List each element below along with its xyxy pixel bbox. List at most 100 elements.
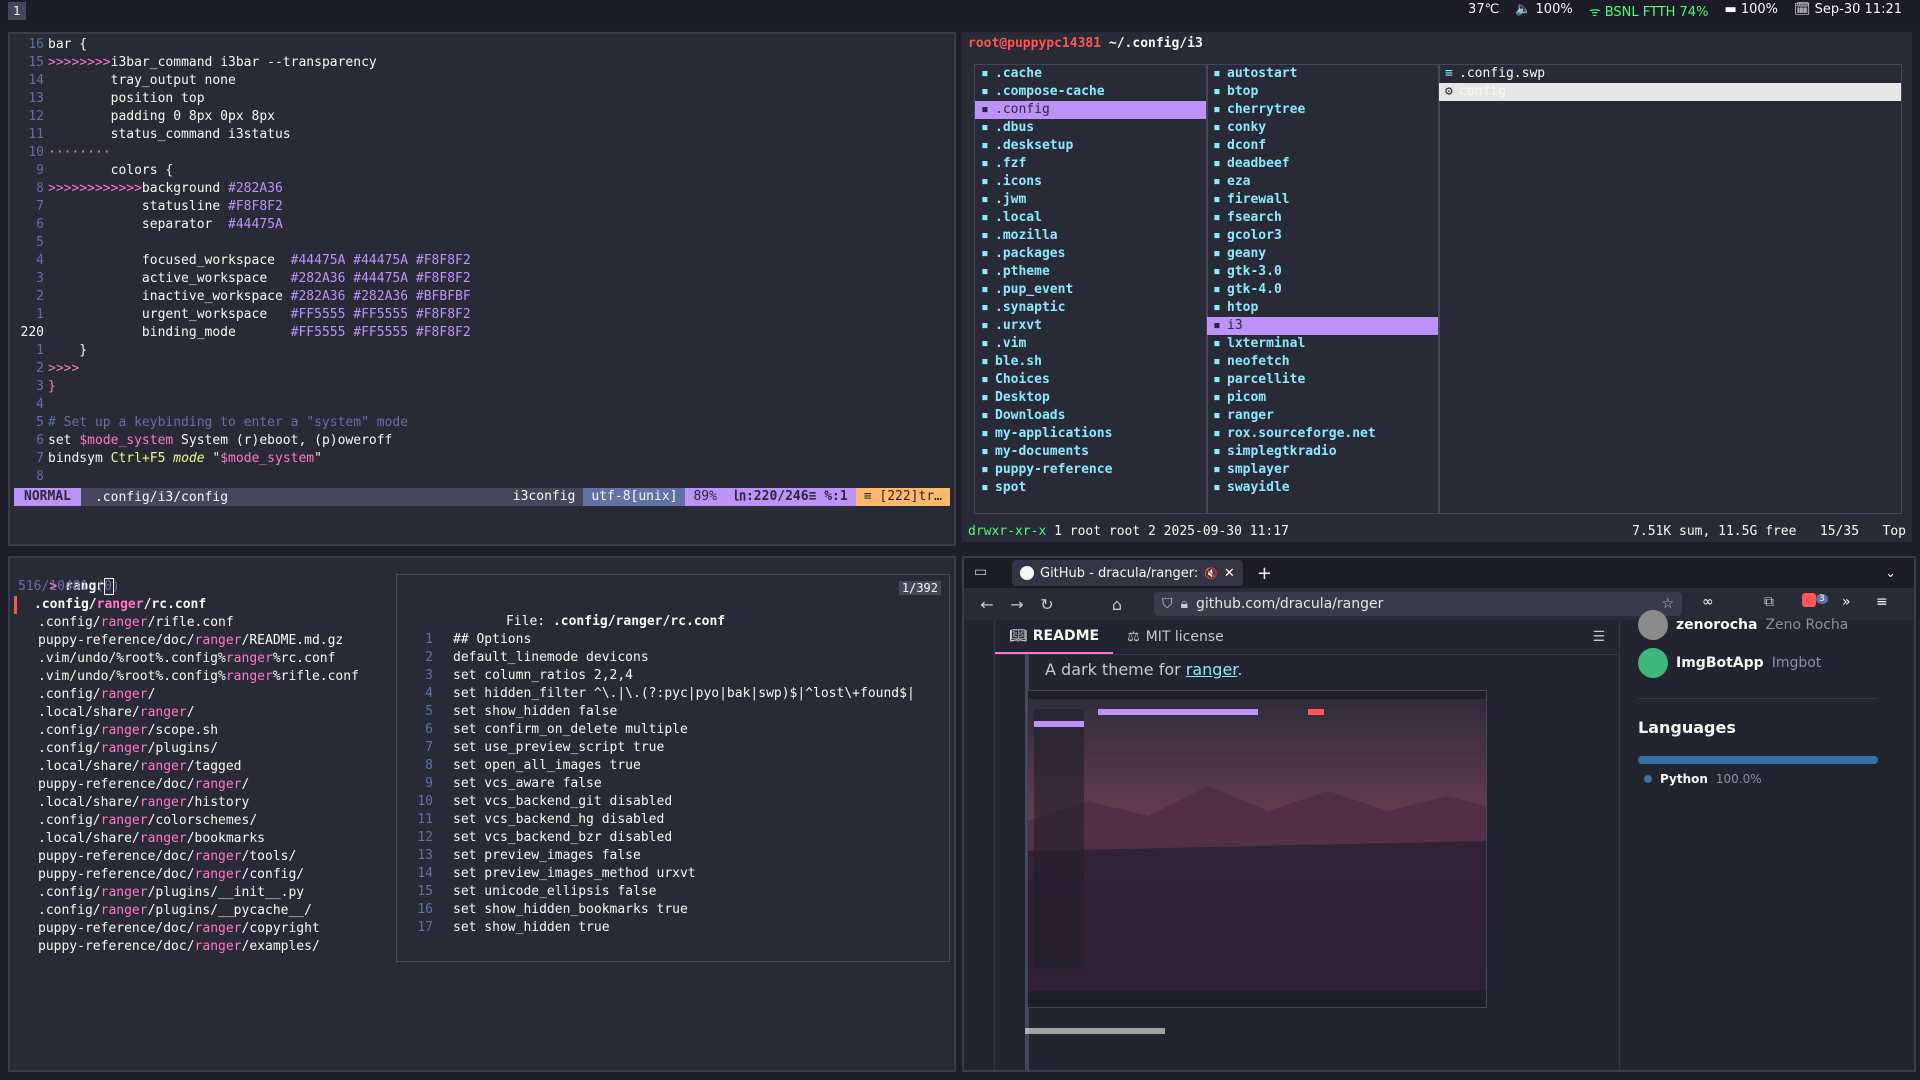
reload-button[interactable]: ↻ — [1032, 595, 1062, 614]
vim-line[interactable]: 1 urgent_workspace #FF5555 #FF5555 #F8F8… — [10, 306, 471, 324]
lock-icon[interactable]: 🔒︎ — [1181, 596, 1188, 612]
ranger-entry[interactable]: ▪ ble.sh — [975, 353, 1207, 371]
ranger-entry[interactable]: ▪ .packages — [975, 245, 1207, 263]
vim-line[interactable]: 7 statusline #F8F8F2 — [10, 198, 283, 216]
ranger-entry[interactable]: ▪ gtk-4.0 — [1207, 281, 1439, 299]
fzf-result-item[interactable]: .vim/undo/%root%.config%ranger%rifle.con… — [18, 668, 359, 686]
vim-line[interactable]: 15 >>>>>>>>i3bar_command i3bar --transpar… — [10, 54, 376, 72]
firefox-window[interactable]: ▭ GitHub - dracula/ranger: 🔇 ✕ + ⌄ ← → ↻… — [962, 556, 1916, 1072]
ranger-entry[interactable]: ▪ puppy-reference — [975, 461, 1207, 479]
ranger-entry[interactable]: ▪ Desktop — [975, 389, 1207, 407]
vim-editor-pane[interactable]: 16 bar {15 >>>>>>>>i3bar_command i3bar --t… — [8, 32, 956, 546]
ranger-entry[interactable]: ▪ .compose-cache — [975, 83, 1207, 101]
ranger-entry[interactable]: ▪ swayidle — [1207, 479, 1439, 497]
vim-line[interactable]: 8 — [10, 468, 48, 486]
ranger-entry[interactable]: ▪ Choices — [975, 371, 1207, 389]
ranger-entry[interactable]: ▪ i3 — [1207, 317, 1439, 335]
ranger-entry[interactable]: ▪ dconf — [1207, 137, 1439, 155]
vim-line[interactable]: 14 tray_output none — [10, 72, 236, 90]
ranger-entry[interactable]: ▪ htop — [1207, 299, 1439, 317]
fzf-result-item[interactable]: .config/ranger/rifle.conf — [18, 614, 234, 632]
fzf-prompt-line[interactable]: > rangr — [18, 560, 115, 595]
ranger-entry[interactable]: ▪ eza — [1207, 173, 1439, 191]
vim-line[interactable]: 220 binding_mode #FF5555 #FF5555 #F8F8F2 — [10, 324, 471, 342]
ranger-link[interactable]: ranger — [1186, 660, 1238, 679]
ranger-entry[interactable]: ▪ .desksetup — [975, 137, 1207, 155]
ranger-entry[interactable]: ▪ deadbeef — [1207, 155, 1439, 173]
ranger-entry[interactable]: ▪ my-applications — [975, 425, 1207, 443]
fzf-result-item[interactable]: puppy-reference/doc/ranger/README.md.gz — [18, 632, 343, 650]
vim-line[interactable]: 16 bar { — [10, 36, 87, 54]
vim-line[interactable]: 2 >>>> — [10, 360, 79, 378]
fzf-result-item[interactable]: .config/ranger/plugins/__pycache__/ — [18, 902, 312, 920]
ranger-entry[interactable]: ▪ .config — [975, 101, 1207, 119]
ranger-entry[interactable]: ⚙ config — [1439, 83, 1901, 101]
ranger-entry[interactable]: ▪ cherrytree — [1207, 101, 1439, 119]
fzf-result-item[interactable]: .local/share/ranger/history — [18, 794, 249, 812]
vim-line[interactable]: 11 status_command i3status — [10, 126, 290, 144]
ranger-entry[interactable]: ▪ gcolor3 — [1207, 227, 1439, 245]
ranger-entry[interactable]: ▪ firewall — [1207, 191, 1439, 209]
ranger-entry[interactable]: ▪ gtk-3.0 — [1207, 263, 1439, 281]
ranger-entry[interactable]: ▪ .mozilla — [975, 227, 1207, 245]
ublock-icon[interactable]: 3 — [1802, 593, 1828, 611]
fzf-result-item[interactable]: .local/share/ranger/bookmarks — [18, 830, 265, 848]
vim-line[interactable]: 10 ········ — [10, 144, 110, 162]
ranger-entry[interactable]: ▪ neofetch — [1207, 353, 1439, 371]
ranger-entry[interactable]: ▪ simplegtkradio — [1207, 443, 1439, 461]
ranger-entry[interactable]: ▪ .urxvt — [975, 317, 1207, 335]
ranger-entry[interactable]: ▪ conky — [1207, 119, 1439, 137]
ranger-entry[interactable]: ▪ .icons — [975, 173, 1207, 191]
contributor-row-zenorocha[interactable]: zenorocha Zeno Rocha — [1638, 610, 1848, 640]
fzf-result-item[interactable]: .local/share/ranger/tagged — [18, 758, 242, 776]
vim-line[interactable]: 8 >>>>>>>>>>>>background #282A36 — [10, 180, 283, 198]
ranger-entry[interactable]: ▪ btop — [1207, 83, 1439, 101]
ranger-entry[interactable]: ▪ picom — [1207, 389, 1439, 407]
vim-line[interactable]: 3 active_workspace #282A36 #44475A #F8F8… — [10, 270, 471, 288]
ranger-entry[interactable]: ≡ .config.swp — [1439, 65, 1901, 83]
page-content[interactable]: 📖︎ README ⚖ MIT license ☰ A dark theme for… — [964, 610, 1914, 1070]
outline-list-icon[interactable]: ☰ — [1592, 629, 1605, 645]
tab-github-ranger[interactable]: GitHub - dracula/ranger: 🔇 ✕ — [1012, 560, 1243, 586]
fzf-result-item[interactable]: .config/ranger/colorschemes/ — [18, 812, 257, 830]
ranger-entry[interactable]: ▪ fsearch — [1207, 209, 1439, 227]
language-item-python[interactable]: Python 100.0% — [1644, 772, 1762, 786]
fzf-result-item[interactable]: .config/ranger/ — [18, 686, 155, 704]
ranger-entry[interactable]: ▪ Downloads — [975, 407, 1207, 425]
ranger-entry[interactable]: ▪ parcellite — [1207, 371, 1439, 389]
vim-line[interactable]: 4 focused_workspace #44475A #44475A #F8F… — [10, 252, 471, 270]
workspace-1-button[interactable]: 1 — [8, 2, 26, 20]
ranger-entry[interactable]: ▪ lxterminal — [1207, 335, 1439, 353]
close-tab-icon[interactable]: ✕ — [1224, 566, 1235, 581]
home-button[interactable]: ⌂ — [1102, 595, 1132, 614]
fzf-result-item[interactable]: puppy-reference/doc/ranger/copyright — [18, 920, 320, 938]
fzf-result-item[interactable]: puppy-reference/doc/ranger/config/ — [18, 866, 304, 884]
ranger-entry[interactable]: ▪ .ptheme — [975, 263, 1207, 281]
ranger-entry[interactable]: ▪ .cache — [975, 65, 1207, 83]
fzf-result-item[interactable]: .config/ranger/plugins/ — [18, 740, 218, 758]
contributor-row-imgbot[interactable]: ImgBotApp Imgbot — [1638, 648, 1821, 678]
shield-icon[interactable]: ⛉ — [1162, 596, 1173, 612]
ranger-parent-column[interactable]: ▪ .cache ▪ .compose-cache ▪ .config ▪ .dbus ▪ .de… — [974, 64, 1208, 514]
forward-button[interactable]: → — [1002, 595, 1032, 614]
fzf-result-item[interactable]: puppy-reference/doc/ranger/tools/ — [18, 848, 296, 866]
vim-line[interactable]: 7 bindsym Ctrl+F5 mode "$mode_system" — [10, 450, 322, 468]
vim-line[interactable]: 12 padding 0 8px 0px 8px — [10, 108, 275, 126]
fzf-result-item[interactable]: .config/ranger/plugins/__init__.py — [18, 884, 304, 902]
new-tab-button[interactable]: + — [1257, 563, 1272, 584]
ranger-entry[interactable]: ▪ spot — [975, 479, 1207, 497]
ranger-entry[interactable]: ▪ .dbus — [975, 119, 1207, 137]
ranger-entry[interactable]: ▪ ranger — [1207, 407, 1439, 425]
fzf-finder-pane[interactable]: > rangr 516/10481 (0) .config/ranger/rc.… — [8, 556, 956, 1072]
tab-overview-icon[interactable]: ▭ — [974, 564, 987, 580]
vim-line[interactable]: 1 } — [10, 342, 87, 360]
fzf-result-item[interactable]: .config/ranger/rc.conf — [14, 596, 206, 614]
ranger-entry[interactable]: ▪ geany — [1207, 245, 1439, 263]
vim-line[interactable]: 13 position top — [10, 90, 204, 108]
extensions-icon[interactable]: ⧉ — [1764, 594, 1774, 610]
readme-tab[interactable]: 📖︎ README — [995, 620, 1114, 654]
ranger-entry[interactable]: ▪ .jwm — [975, 191, 1207, 209]
ranger-entry[interactable]: ▪ .pup_event — [975, 281, 1207, 299]
overflow-chevron-icon[interactable]: » — [1842, 594, 1851, 610]
url-bar[interactable]: ⛉ 🔒︎ github.com/dracula/ranger ☆ — [1154, 592, 1682, 616]
